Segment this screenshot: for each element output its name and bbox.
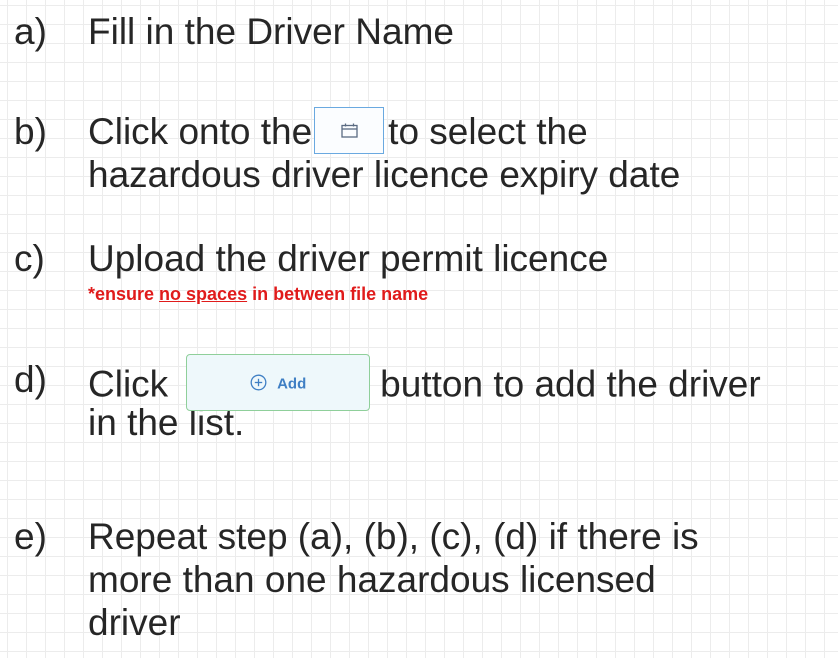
add-button-label: Add: [277, 375, 307, 393]
step-a-text: Fill in the Driver Name: [88, 10, 454, 53]
plus-circle-icon: [250, 374, 267, 390]
instruction-page: { "steps": [ { "marker": "a)", "lines": …: [0, 0, 838, 658]
step-d-line-1-after: button to add the driver: [380, 363, 761, 405]
step-a-line-1: Fill in the Driver Name: [88, 11, 454, 52]
step-d-text: Click Add button to add the driver in the …: [88, 354, 761, 444]
step-b-line-1-before: Click onto the: [88, 111, 313, 152]
calendar-picker-button[interactable]: [314, 106, 385, 154]
step-a-marker: a): [14, 11, 47, 52]
step-e-text: Repeat step (a), (b), (c), (d) if there …: [88, 515, 699, 644]
step-b-line-1: Click onto the to select the: [88, 106, 680, 154]
step-e-line-2: more than one hazardous licensed: [88, 559, 656, 600]
note-prefix: *ensure: [88, 284, 160, 304]
note-emphasis: no spaces: [159, 284, 248, 304]
step-b-line-2: hazardous driver licence expiry date: [88, 154, 681, 195]
file-name-warning-note: *ensure no spaces in between file name: [88, 283, 608, 305]
step-e-marker: e): [14, 516, 47, 557]
step-c-text: Upload the driver permit licence *ensure…: [88, 237, 608, 305]
step-e-line-1: Repeat step (a), (b), (c), (d) if there …: [88, 516, 699, 557]
step-d-marker: d): [14, 359, 47, 400]
step-b-text: Click onto the to select the hazardous dr…: [88, 106, 681, 196]
step-d-line-1: Click Add button to add the driver: [88, 354, 761, 411]
note-suffix: in between file name: [247, 284, 429, 304]
step-b-marker: b): [14, 111, 47, 152]
add-driver-button[interactable]: Add: [186, 354, 371, 411]
step-d-line-1-before: Click: [88, 363, 169, 405]
calendar-icon: [341, 123, 358, 138]
step-b-line-1-after: to select the: [388, 111, 588, 152]
step-c-marker: c): [14, 238, 45, 279]
step-e-line-3: driver: [88, 602, 181, 643]
step-c-line-1: Upload the driver permit licence: [88, 238, 609, 279]
